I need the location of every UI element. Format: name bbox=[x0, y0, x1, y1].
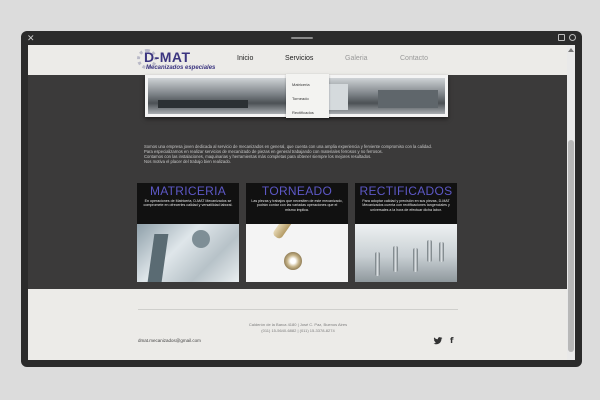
dropdown-item-rectificados[interactable]: Rectificados bbox=[292, 110, 314, 115]
intro-line: Nos motiva el placer del trabajo bien re… bbox=[144, 159, 232, 164]
card-title: MATRICERIA bbox=[149, 184, 227, 198]
nav-servicios[interactable]: Servicios bbox=[285, 55, 313, 62]
drag-handle[interactable] bbox=[291, 37, 313, 39]
card-text: Las piezas y trabajos que necesiten de e… bbox=[251, 199, 343, 212]
close-icon[interactable]: ✕ bbox=[27, 33, 35, 43]
dropdown-item-matriceria[interactable]: Matriceria bbox=[292, 82, 310, 87]
logo-subtitle: Mecanizados especiales bbox=[146, 65, 216, 71]
service-card-matriceria[interactable]: MATRICERIA En operaciones de Matriceria,… bbox=[137, 183, 239, 282]
refresh-icon[interactable] bbox=[569, 34, 576, 41]
site-header: D-MAT Mecanizados especiales Inicio Serv… bbox=[28, 45, 567, 75]
footer-address: Calderón de la Barca 4180 | José C. Paz,… bbox=[228, 322, 368, 333]
dropdown-item-torneado[interactable]: Torneado bbox=[292, 96, 309, 101]
phone-line: (011) 15-5640-6882 | (011) 15-3378-8274 bbox=[261, 327, 335, 333]
torneado-image bbox=[246, 224, 348, 282]
twitter-icon[interactable] bbox=[433, 337, 443, 345]
service-card-torneado[interactable]: TORNEADO Las piezas y trabajos que neces… bbox=[246, 183, 348, 282]
footer-email-link[interactable]: dmat.mecanizados@gmail.com bbox=[138, 338, 201, 343]
vertical-scrollbar[interactable] bbox=[567, 45, 575, 360]
device-frame: ✕ D-MAT Mecanizados especiales Inicio Se… bbox=[21, 31, 582, 367]
service-card-rectificados[interactable]: RECTIFICADOS Para adoptar calidad y prec… bbox=[355, 183, 457, 282]
nav-galeria[interactable]: Galeria bbox=[345, 55, 368, 62]
site-logo[interactable]: D-MAT Mecanizados especiales bbox=[137, 48, 217, 74]
window-icon[interactable] bbox=[558, 34, 565, 41]
window-titlebar: ✕ bbox=[21, 31, 582, 45]
address-line: Calderón de la Barca 4180 | José C. Paz,… bbox=[248, 322, 348, 327]
nav-contacto[interactable]: Contacto bbox=[400, 55, 428, 62]
card-title: TORNEADO bbox=[261, 184, 333, 198]
card-title: RECTIFICADOS bbox=[359, 184, 453, 198]
scroll-up-icon[interactable] bbox=[568, 48, 574, 52]
site-footer: Calderón de la Barca 4180 | José C. Paz,… bbox=[28, 289, 567, 360]
logo-title: D-MAT bbox=[144, 49, 191, 65]
servicios-dropdown: Matriceria Torneado Rectificados bbox=[286, 74, 329, 118]
page-viewport: D-MAT Mecanizados especiales Inicio Serv… bbox=[28, 45, 567, 360]
scroll-thumb[interactable] bbox=[568, 140, 574, 352]
nav-inicio[interactable]: Inicio bbox=[237, 55, 253, 62]
divider bbox=[138, 309, 458, 310]
rectificados-image bbox=[355, 224, 457, 282]
card-text: Para adoptar calidad y precisión en sus … bbox=[362, 199, 450, 212]
facebook-icon[interactable]: f bbox=[450, 337, 453, 345]
card-text: En operaciones de Matriceria, D-MAT Meca… bbox=[143, 199, 233, 208]
matriceria-image bbox=[137, 224, 239, 282]
intro-text: Somos una empresa joven dedicada al serv… bbox=[144, 144, 459, 164]
